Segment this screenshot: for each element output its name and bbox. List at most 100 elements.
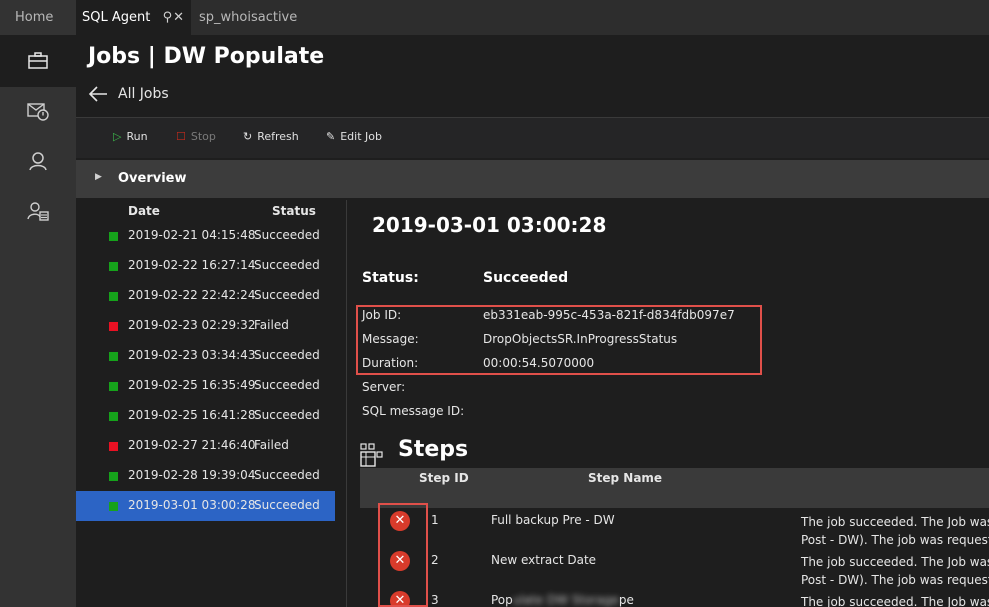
run-button[interactable]: ▷ Run (113, 130, 148, 143)
back-label: All Jobs (118, 86, 169, 102)
status-square-icon (109, 322, 118, 331)
history-status: Succeeded (254, 378, 320, 392)
history-date: 2019-02-21 04:15:48 (128, 228, 256, 242)
activity-bar (0, 35, 76, 607)
step-name-redacted: ulate DW Storage (512, 593, 619, 607)
back-link[interactable]: All Jobs (88, 84, 169, 104)
status-square-icon (109, 292, 118, 301)
chevron-right-icon: ▶ (95, 172, 102, 182)
tab-sql-agent-label: SQL Agent (82, 10, 151, 25)
people-admin-icon[interactable] (0, 185, 76, 237)
history-status: Succeeded (254, 288, 320, 302)
history-status: Failed (254, 318, 289, 332)
edit-label: Edit Job (340, 130, 382, 143)
tab-home[interactable]: Home (0, 0, 76, 35)
history-date: 2019-03-01 03:00:28 (128, 498, 256, 512)
sql-message-id-label: SQL message ID: (362, 404, 465, 418)
step-row[interactable]: ✕ 1 Full backup Pre - DW The job succeeded.… (360, 509, 989, 549)
history-date: 2019-02-22 22:42:24 (128, 288, 256, 302)
step-row[interactable]: ✕ 2 New extract Date The job succeeded. The… (360, 549, 989, 589)
status-square-icon (109, 502, 118, 511)
step-name-text: New extract Date (491, 553, 597, 567)
history-row[interactable]: 2019-02-27 21:46:40 Failed (76, 431, 335, 461)
steps-col-id[interactable]: Step ID (419, 471, 469, 485)
history-row[interactable]: 2019-02-25 16:35:49 Succeeded (76, 371, 335, 401)
run-title: 2019-03-01 03:00:28 (372, 213, 607, 237)
person-icon[interactable] (0, 135, 76, 187)
refresh-label: Refresh (257, 130, 299, 143)
step-name-tail: pe (618, 593, 634, 607)
history-row[interactable]: 2019-02-22 22:42:24 Succeeded (76, 281, 335, 311)
play-icon: ▷ (113, 130, 122, 143)
pencil-icon: ✎ (326, 130, 336, 143)
history-row[interactable]: 2019-02-28 19:39:04 Succeeded (76, 461, 335, 491)
history-row[interactable]: 2019-02-23 03:34:43 Succeeded (76, 341, 335, 371)
pane-splitter[interactable] (346, 200, 347, 607)
history-date: 2019-02-23 02:29:32 (128, 318, 256, 332)
history-date: 2019-02-22 16:27:14 (128, 258, 256, 272)
history-col-status[interactable]: Status (272, 204, 316, 218)
refresh-button[interactable]: ↻ Refresh (243, 130, 299, 143)
steps-col-name[interactable]: Step Name (588, 471, 662, 485)
history-row[interactable]: 2019-02-22 16:27:14 Succeeded (76, 251, 335, 281)
history-list: 2019-02-21 04:15:48 Succeeded 2019-02-22 1… (76, 221, 336, 521)
status-square-icon (109, 442, 118, 451)
history-date: 2019-02-25 16:35:49 (128, 378, 256, 392)
overview-section-header[interactable]: ▶ Overview (76, 160, 989, 198)
step-id: 3 (431, 593, 439, 607)
stop-button[interactable]: ☐ Stop (176, 130, 216, 143)
mail-alert-icon[interactable] (0, 85, 76, 137)
step-message-line2: Post - DW). The job was request (801, 533, 989, 547)
step-message-line1: The job succeeded. The Job was (801, 515, 989, 529)
step-row[interactable]: ✕ 3 Populate DW Storagepe The job succeeded… (360, 589, 989, 607)
history-status: Succeeded (254, 468, 320, 482)
history-row[interactable]: 2019-02-21 04:15:48 Succeeded (76, 221, 335, 251)
step-name: Full backup Pre - DW (491, 513, 615, 527)
steps-grid-header: Step ID Step Name (360, 468, 989, 508)
tab-sql-agent[interactable]: SQL Agent ⚲✕ (76, 0, 191, 35)
tab-home-label: Home (15, 10, 54, 25)
arrow-left-icon (88, 86, 107, 102)
status-square-icon (109, 232, 118, 241)
step-name-text: Pop (491, 593, 513, 607)
edit-job-button[interactable]: ✎ Edit Job (326, 130, 382, 143)
briefcase-icon[interactable] (0, 35, 76, 87)
pin-close-icons[interactable]: ⚲✕ (163, 0, 185, 35)
stop-icon: ☐ (176, 130, 186, 143)
tab-sp-whoisactive-label: sp_whoisactive (199, 10, 298, 25)
status-square-icon (109, 472, 118, 481)
history-row[interactable]: 2019-02-25 16:41:28 Succeeded (76, 401, 335, 431)
step-id: 2 (431, 553, 439, 567)
step-name: Populate DW Storagepe (491, 593, 634, 607)
step-message-line2: Post - DW). The job was request (801, 573, 989, 587)
history-status: Succeeded (254, 408, 320, 422)
tab-bar: Home SQL Agent ⚲✕ sp_whoisactive (0, 0, 989, 35)
history-status: Failed (254, 438, 289, 452)
status-square-icon (109, 412, 118, 421)
page-title: Jobs | DW Populate (88, 44, 325, 69)
history-row[interactable]: 2019-03-01 03:00:28 Succeeded (76, 491, 335, 521)
status-value: Succeeded (483, 270, 569, 286)
history-date: 2019-02-28 19:39:04 (128, 468, 256, 482)
history-status: Succeeded (254, 258, 320, 272)
refresh-icon: ↻ (243, 130, 253, 143)
history-row[interactable]: 2019-02-23 02:29:32 Failed (76, 311, 335, 341)
status-square-icon (109, 382, 118, 391)
step-message: The job succeeded. The Job was (801, 593, 989, 607)
step-message-line1: The job succeeded. The Job was (801, 595, 989, 607)
history-date: 2019-02-25 16:41:28 (128, 408, 256, 422)
status-square-icon (109, 352, 118, 361)
overview-label: Overview (118, 171, 187, 186)
history-date: 2019-02-23 03:34:43 (128, 348, 256, 362)
history-status: Succeeded (254, 498, 320, 512)
run-label: Run (126, 130, 148, 143)
step-name-text: Full backup Pre - DW (491, 513, 615, 527)
steps-icon (360, 443, 383, 467)
history-col-date[interactable]: Date (128, 204, 160, 218)
tab-sp-whoisactive[interactable]: sp_whoisactive (191, 0, 336, 35)
step-message: The job succeeded. The Job was Post - DW)… (801, 513, 989, 549)
step-name: New extract Date (491, 553, 596, 567)
server-label: Server: (362, 380, 406, 394)
highlight-box-details (356, 305, 762, 375)
steps-title: Steps (398, 437, 469, 462)
